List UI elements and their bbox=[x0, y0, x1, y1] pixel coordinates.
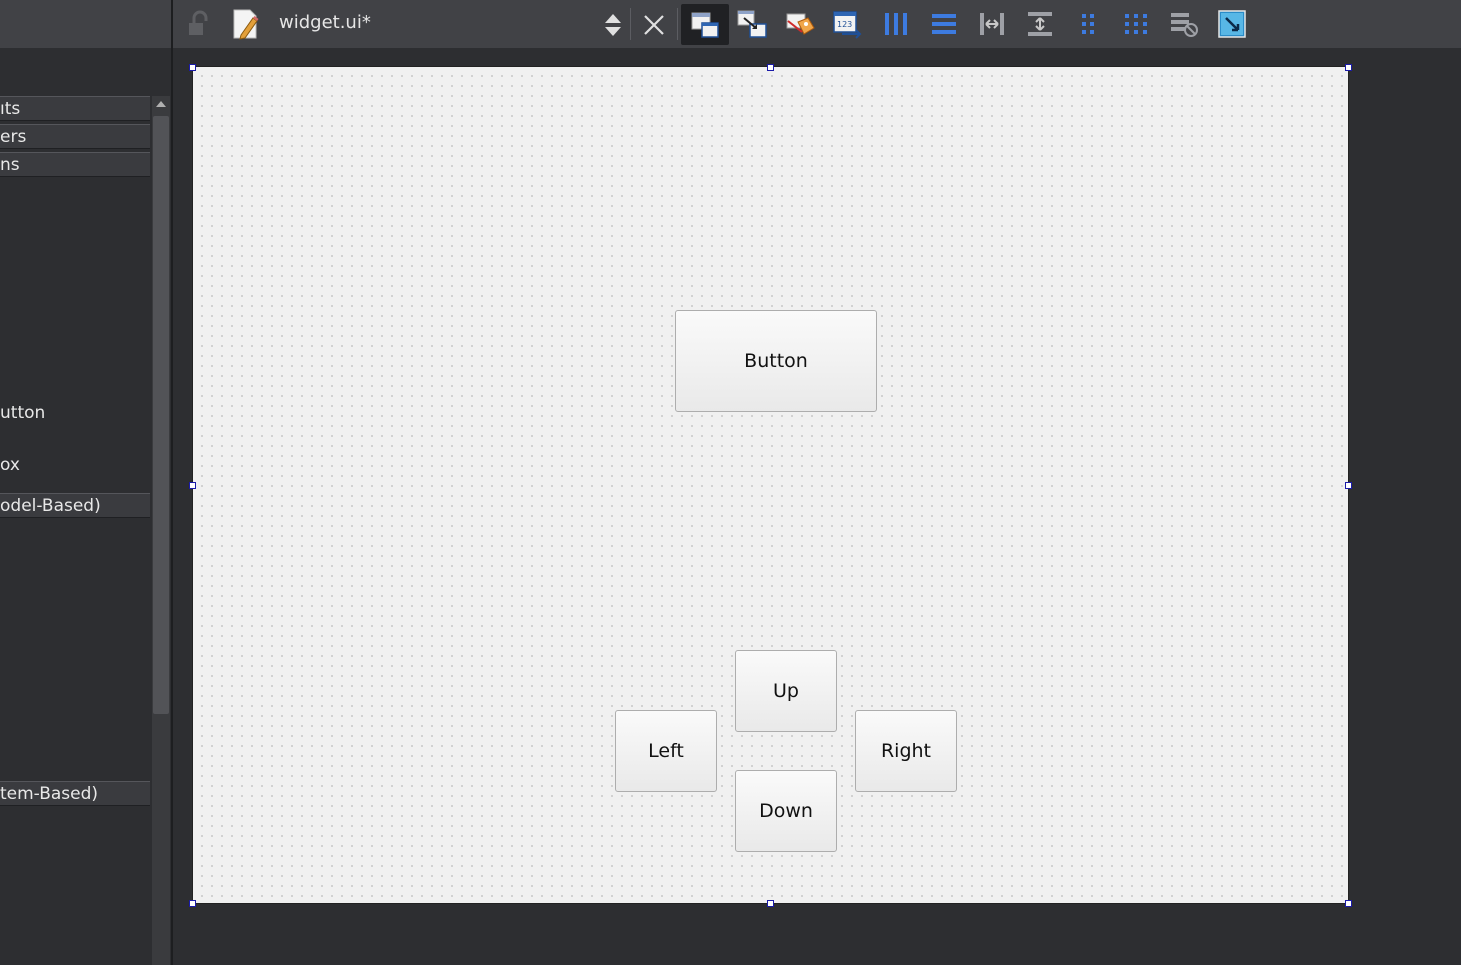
edit-widgets-button[interactable] bbox=[681, 4, 729, 45]
scroll-up-arrow-icon[interactable] bbox=[152, 96, 170, 114]
file-edit-icon bbox=[233, 9, 259, 40]
left-button[interactable]: Left bbox=[615, 710, 717, 792]
toolbar-separator bbox=[630, 8, 631, 40]
layout-h-splitter-icon[interactable] bbox=[976, 8, 1008, 40]
category-label: ers bbox=[0, 127, 27, 147]
break-layout-icon[interactable] bbox=[1168, 8, 1200, 40]
resize-handle-bottom-right[interactable] bbox=[1345, 900, 1352, 907]
edit-signals-slots-icon[interactable] bbox=[736, 8, 768, 40]
category-item-widgets[interactable]: tem-Based) bbox=[0, 781, 150, 806]
edit-widgets-icon bbox=[691, 12, 719, 38]
category-layouts[interactable]: ıts bbox=[0, 96, 150, 121]
category-buttons[interactable]: ns bbox=[0, 152, 150, 177]
resize-handle-top-right[interactable] bbox=[1345, 64, 1352, 71]
widget-item-label: ox bbox=[0, 455, 20, 475]
widget-item-label: utton bbox=[0, 403, 46, 423]
widget-item-button[interactable]: utton bbox=[0, 401, 150, 425]
widget-item-box[interactable]: ox bbox=[0, 453, 150, 477]
widget-box-panel: ıts ers ns utton ox odel-Based) tem-Base… bbox=[0, 0, 171, 965]
resize-handle-bottom-left[interactable] bbox=[189, 900, 196, 907]
layout-grid-icon[interactable] bbox=[1120, 8, 1152, 40]
right-button[interactable]: Right bbox=[855, 710, 957, 792]
resize-handle-bottom[interactable] bbox=[767, 900, 774, 907]
edit-buddies-icon[interactable] bbox=[784, 8, 816, 40]
resize-handle-top-left[interactable] bbox=[189, 64, 196, 71]
edit-tab-order-icon[interactable]: 123 bbox=[832, 8, 864, 40]
main-button[interactable]: Button bbox=[675, 310, 877, 412]
adjust-size-icon[interactable] bbox=[1216, 8, 1248, 40]
category-label: ıts bbox=[0, 99, 21, 119]
resize-handle-left[interactable] bbox=[189, 482, 196, 489]
svg-text:123: 123 bbox=[837, 20, 852, 29]
up-button[interactable]: Up bbox=[735, 650, 837, 732]
layout-form-icon[interactable] bbox=[1072, 8, 1104, 40]
layout-v-splitter-icon[interactable] bbox=[1024, 8, 1056, 40]
document-title: widget.ui* bbox=[279, 12, 371, 33]
editor-toolbar: widget.ui* 123 bbox=[173, 0, 1461, 48]
resize-handle-top[interactable] bbox=[767, 64, 774, 71]
widget-box-header bbox=[0, 0, 171, 48]
category-label: ns bbox=[0, 155, 20, 175]
scrollbar-thumb[interactable] bbox=[153, 116, 169, 714]
resize-handle-right[interactable] bbox=[1345, 482, 1352, 489]
widget-box-scrollbar[interactable] bbox=[152, 96, 170, 965]
lock-icon[interactable] bbox=[185, 10, 211, 38]
layout-vertical-icon[interactable] bbox=[928, 8, 960, 40]
layout-horizontal-icon[interactable] bbox=[880, 8, 912, 40]
category-label: odel-Based) bbox=[0, 496, 101, 516]
close-icon[interactable] bbox=[641, 12, 667, 38]
toolbar-separator bbox=[677, 8, 678, 40]
category-item-views[interactable]: odel-Based) bbox=[0, 493, 150, 518]
category-spacers[interactable]: ers bbox=[0, 124, 150, 149]
form-widget[interactable]: Button Up Left Right Down bbox=[193, 67, 1348, 903]
down-button[interactable]: Down bbox=[735, 770, 837, 852]
sort-updown-icon[interactable] bbox=[603, 12, 623, 38]
category-label: tem-Based) bbox=[0, 784, 99, 804]
